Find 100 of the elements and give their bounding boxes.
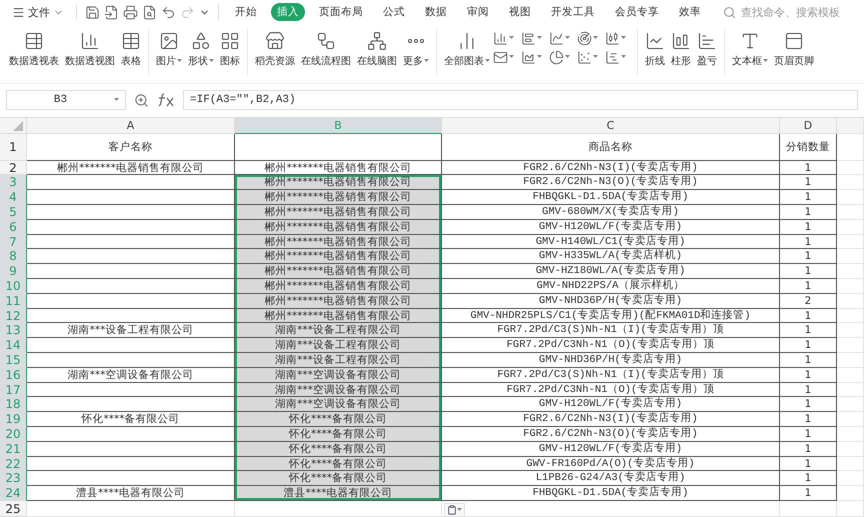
table-cell: 1: [780, 264, 837, 280]
table-cell: 郴州*******电器销售有限公司: [235, 220, 442, 235]
table-cell: 1: [780, 308, 837, 324]
table-cell: 澧县****电器有限公司: [235, 486, 442, 501]
table-cell: FGR7.2Pd/C3Nh-N1（O)(专卖店专用）顶: [442, 382, 780, 398]
table-cell: 怀化****备有限公司: [27, 412, 235, 428]
table-cell: 1: [780, 220, 837, 235]
table-cell: 郴州*******电器销售有限公司: [235, 175, 442, 190]
table-cell: 1: [780, 471, 837, 486]
file-menu[interactable]: 文件: [8, 4, 68, 20]
table-cell: [780, 501, 837, 517]
preview-icon[interactable]: [142, 4, 157, 20]
ribbon-tab[interactable]: 审阅: [461, 3, 495, 22]
table-cell: FGR7.2Pd/C3Nh-N1（O)(专卖店专用）顶: [442, 338, 780, 354]
line-chart-icon: [549, 30, 564, 46]
ribbon-button[interactable]: 数据透视图: [62, 28, 118, 70]
ribbon-tab[interactable]: 开发工具: [545, 3, 601, 22]
ribbon-button[interactable]: 柱形: [668, 28, 694, 70]
caret-icon: [177, 58, 182, 63]
ribbon-tab[interactable]: 效率: [673, 3, 707, 22]
ribbon-tab[interactable]: 会员专享: [609, 3, 665, 22]
ribbon-button[interactable]: 在线流程图: [298, 28, 354, 70]
ribbon-tab[interactable]: 页面布局: [313, 3, 369, 22]
print-icon[interactable]: [123, 4, 138, 20]
table-cell: 1: [780, 397, 837, 412]
ribbon-tab[interactable]: 开始: [229, 3, 263, 22]
formula-field[interactable]: =IF(A3="",B2,A3): [183, 90, 858, 110]
ribbon-button[interactable]: 图片: [153, 28, 185, 70]
search-icon: [723, 6, 736, 19]
ribbon-button[interactable]: 盈亏: [694, 28, 720, 70]
bar-chart-icon: [521, 30, 536, 46]
caret-icon: [485, 58, 490, 63]
ribbon-button[interactable]: 图标: [217, 28, 243, 70]
table-cell: GMV-680WM/X(专卖店专用): [442, 205, 780, 220]
table-cell: 湖南***设备工程有限公司: [27, 323, 235, 338]
scatter-chart-icon: [577, 50, 592, 65]
row-header[interactable]: 2: [0, 160, 27, 176]
table-cell: 怀化****备有限公司: [235, 427, 442, 442]
caret-icon: [621, 55, 626, 60]
table-cell: FGR7.2Pd/C3(S)Nh-N1（I)(专卖店专用）顶: [442, 368, 780, 383]
function-icon[interactable]: [157, 93, 175, 108]
caret-icon: [565, 55, 570, 60]
table-cell: 郴州*******电器销售有限公司: [235, 264, 442, 280]
ribbon-button[interactable]: 在线脑图: [354, 28, 400, 70]
table-cell: FGR7.2Pd/C3(S)Nh-N1（I)(专卖店专用）顶: [442, 323, 780, 338]
ribbon-tab[interactable]: 公式: [377, 3, 411, 22]
table-cell: 1: [780, 353, 837, 368]
column-header[interactable]: C: [442, 118, 780, 134]
table-cell: GMV-H335WL/A(专卖店样机): [442, 249, 780, 264]
ribbon-button[interactable]: 文本框: [729, 28, 771, 70]
name-box[interactable]: B3: [6, 90, 126, 110]
ribbon-tab[interactable]: 数据: [419, 3, 453, 22]
mind-map-icon: [367, 30, 387, 51]
table-icon: [121, 30, 141, 51]
table-cell: 1: [780, 486, 837, 501]
table-cell: 郴州*******电器销售有限公司: [235, 234, 442, 250]
pie-chart-icon: [549, 50, 564, 65]
caret-icon: [209, 58, 214, 63]
table-cell: 湖南***设备工程有限公司: [235, 353, 442, 368]
caret-icon: [509, 36, 514, 40]
column-header[interactable]: D: [780, 118, 837, 134]
table-cell: L1PB26-G24/A3(专卖店专用): [442, 471, 780, 486]
pivot-table-icon: [24, 30, 44, 51]
table-cell: 1: [780, 175, 837, 190]
caret-icon: [763, 58, 768, 63]
caret-icon: [593, 36, 598, 40]
table-cell: 湖南***空调设备有限公司: [27, 368, 235, 383]
export-icon[interactable]: [104, 4, 119, 20]
ribbon-button[interactable]: 折线: [642, 28, 668, 70]
table-cell: 1: [780, 427, 837, 442]
zoom-icon[interactable]: [134, 92, 149, 108]
ribbon-tab[interactable]: 视图: [503, 3, 537, 22]
gantt-chart-icon: [605, 50, 620, 65]
column-header[interactable]: A: [27, 118, 235, 134]
caret-icon: [114, 98, 119, 102]
table-cell: FGR2.6/C2Nh-N3(O)(专卖店专用): [442, 175, 780, 190]
table-cell: 湖南***空调设备有限公司: [235, 368, 442, 383]
table-cell: 1: [780, 234, 837, 250]
caret-icon: [593, 55, 598, 60]
table-cell: FGR2.6/C2Nh-N3(I)(专卖店专用): [442, 160, 780, 176]
ribbon-button[interactable]: 更多: [400, 28, 432, 70]
row-header[interactable]: 25: [0, 501, 27, 517]
table-cell: 湖南***空调设备有限公司: [235, 397, 442, 412]
table-cell: FGR2.6/C2Nh-N3(I)(专卖店专用): [442, 412, 780, 428]
table-cell: 1: [780, 323, 837, 338]
caret-icon: [457, 508, 462, 512]
ribbon-button[interactable]: 全部图表: [441, 28, 493, 70]
table-cell: GMV-H120WL/F(专卖店专用): [442, 442, 780, 457]
table-cell: 1: [780, 412, 837, 428]
shapes-icon: [191, 30, 211, 51]
paste-options-button[interactable]: [444, 503, 465, 517]
save-icon[interactable]: [85, 4, 100, 20]
ribbon-button[interactable]: 表格: [118, 28, 144, 70]
ribbon-button[interactable]: 形状: [185, 28, 217, 70]
table-cell: GMV-NHD36P/H(专卖店专用): [442, 353, 780, 368]
undo-icon[interactable]: [161, 4, 176, 20]
ribbon-button[interactable]: 稻壳资源: [252, 28, 298, 70]
row-header[interactable]: 1: [0, 134, 27, 161]
ribbon-button[interactable]: 数据透视表: [6, 28, 62, 70]
ribbon-button[interactable]: 页眉页脚: [771, 28, 817, 70]
